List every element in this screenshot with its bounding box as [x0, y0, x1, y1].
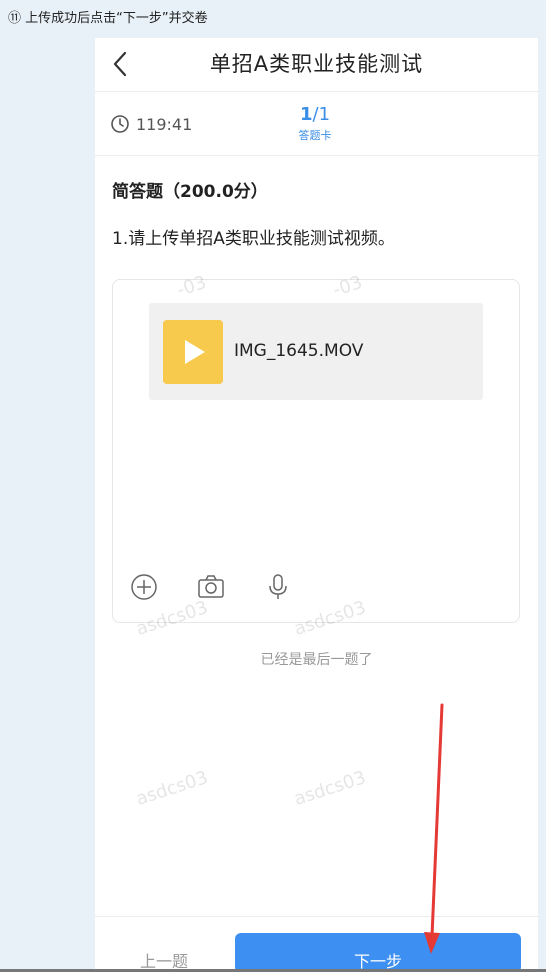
answer-card-button[interactable]: 1/1 答题卡 [285, 104, 345, 143]
instruction-caption: ⑪ 上传成功后点击“下一步”并交卷 [8, 11, 208, 26]
bottom-bar: 上一题 下一步 [95, 918, 538, 972]
phone-screen: 单招A类职业技能测试 119:41 1/1 答题卡 简答题（200.0分） 1.… [95, 38, 538, 972]
timer: 119:41 [110, 114, 192, 134]
answer-area[interactable]: IMG_1645.MOV [112, 279, 520, 623]
watermark: asdcs03 [133, 767, 211, 810]
question-type: 简答题（200.0分） [112, 182, 268, 202]
watermark: asdcs03 [291, 767, 369, 810]
answer-card-label: 答题卡 [298, 129, 332, 142]
file-name: IMG_1645.MOV [234, 341, 364, 361]
footer-divider [95, 916, 538, 917]
microphone-icon[interactable] [263, 572, 293, 602]
nav-bar: 单招A类职业技能测试 [95, 38, 538, 90]
play-icon [185, 340, 205, 364]
plus-icon[interactable] [129, 572, 159, 602]
page-total: /1 [312, 104, 331, 125]
question-text: 1.请上传单招A类职业技能测试视频。 [112, 229, 395, 249]
page-current: 1 [299, 104, 313, 125]
page-title: 单招A类职业技能测试 [209, 52, 424, 76]
header-divider [95, 91, 538, 92]
red-arrow-annotation [424, 703, 444, 954]
video-thumbnail [163, 320, 223, 384]
next-step-button[interactable]: 下一步 [235, 933, 521, 972]
clock-icon [111, 115, 129, 133]
last-question-hint: 已经是最后一题了 [260, 652, 373, 668]
video-attachment[interactable]: IMG_1645.MOV [149, 303, 483, 400]
timer-value: 119:41 [136, 114, 193, 134]
status-divider [95, 155, 538, 156]
page-indicator: 1/1 [285, 104, 345, 125]
